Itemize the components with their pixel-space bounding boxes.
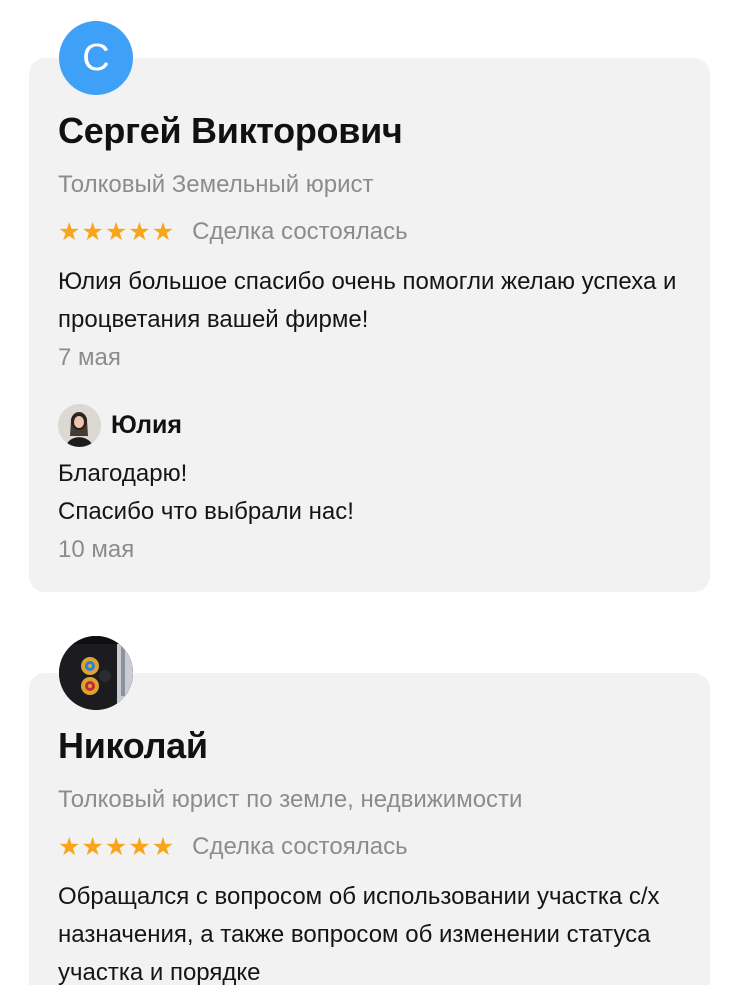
deal-status: Сделка состоялась <box>192 833 408 860</box>
star-icon: ★ <box>104 833 128 861</box>
star-rating: ★ ★ ★ ★ ★ <box>58 218 174 246</box>
reply-text: Благодарю! Спасибо что выбрали нас! <box>58 455 698 531</box>
review-author-name: Сергей Викторович <box>58 110 403 151</box>
star-icon: ★ <box>104 218 128 246</box>
review-title: Толковый Земельный юрист <box>58 171 374 198</box>
review-date: 7 мая <box>58 344 121 371</box>
review-text: Обращался с вопросом об использовании уч… <box>58 883 660 985</box>
review-author-name: Николай <box>58 725 208 766</box>
star-rating: ★ ★ ★ ★ ★ <box>58 833 174 861</box>
star-icon: ★ <box>151 833 175 861</box>
review-card: Николай Толковый юрист по земле, недвижи… <box>29 673 710 985</box>
deal-status: Сделка состоялась <box>192 218 408 245</box>
reviews-page: Сергей Викторович Толковый Земельный юри… <box>0 0 739 985</box>
person-photo-icon <box>58 404 101 447</box>
connector-photo-icon <box>59 636 133 710</box>
review-title: Толковый юрист по земле, недвижимости <box>58 786 523 813</box>
author-avatar <box>59 636 133 710</box>
reply-avatar <box>58 404 101 447</box>
rating-row: ★ ★ ★ ★ ★ Сделка состоялась <box>58 218 408 246</box>
star-icon: ★ <box>81 833 104 861</box>
reply-text-line: Спасибо что выбрали нас! <box>58 498 354 525</box>
review-card: Сергей Викторович Толковый Земельный юри… <box>29 58 710 592</box>
star-icon: ★ <box>128 833 151 861</box>
star-icon: ★ <box>81 218 104 246</box>
reply-date: 10 мая <box>58 536 135 563</box>
reply-header: Юлия <box>58 404 182 447</box>
star-icon: ★ <box>58 218 81 246</box>
reply-author-name: Юлия <box>111 411 182 439</box>
review-text: Юлия большое спасибо очень помогли желаю… <box>58 268 677 333</box>
reply-text-line: Благодарю! <box>58 460 188 487</box>
star-icon: ★ <box>58 833 81 861</box>
star-icon: ★ <box>151 218 175 246</box>
author-avatar: С <box>59 21 133 95</box>
rating-row: ★ ★ ★ ★ ★ Сделка состоялась <box>58 833 408 861</box>
star-icon: ★ <box>128 218 151 246</box>
